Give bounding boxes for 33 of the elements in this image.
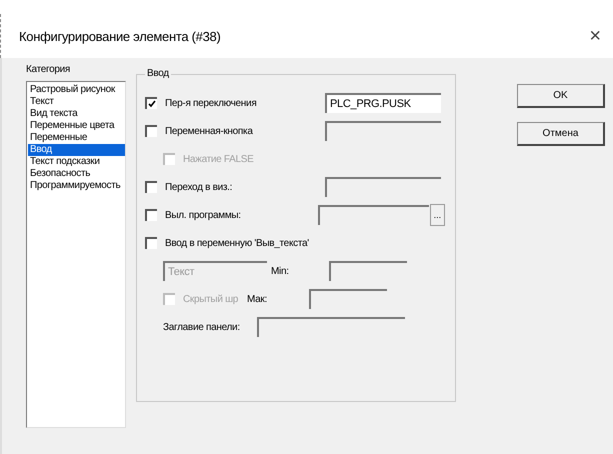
panel-title-label: Заглавие панели:: [163, 322, 241, 332]
option-label: Ввод в переменную 'Выв_текста': [165, 238, 309, 248]
dialog-button[interactable]: OK: [517, 84, 605, 108]
category-item[interactable]: Ввод: [28, 144, 125, 156]
category-item[interactable]: Программируемость: [28, 180, 125, 192]
option-label: Переход в виз.:: [165, 182, 234, 192]
checkbox[interactable]: [145, 97, 157, 109]
close-button[interactable]: ×: [585, 24, 605, 48]
option-label: Переменная-кнопка: [165, 126, 254, 136]
category-item[interactable]: Текст: [28, 96, 125, 108]
hidden-label: Скрытый шр: [183, 294, 240, 304]
input-field[interactable]: PLC_PRG.PUSK: [325, 93, 441, 113]
checkbox[interactable]: [145, 181, 157, 193]
category-item[interactable]: Безопасность: [28, 168, 125, 180]
max-label: Мак:: [247, 294, 268, 304]
window-title: Конфигурирование элемента (#38): [19, 28, 220, 44]
option-label: Выл. программы:: [165, 210, 242, 220]
checkbox[interactable]: [145, 209, 157, 221]
checkbox[interactable]: [145, 237, 157, 249]
browse-button[interactable]: ...: [430, 204, 445, 226]
option-label: Нажатие FALSE: [183, 154, 255, 164]
group-title: Ввод: [145, 68, 171, 79]
option-label: Пер-я переключения: [165, 98, 258, 108]
category-label: Категория: [26, 64, 72, 75]
checkbox[interactable]: [145, 125, 157, 137]
input-field[interactable]: [318, 205, 429, 225]
category-item[interactable]: Растровый рисунок: [28, 84, 125, 96]
min-label: Min:: [271, 266, 290, 276]
category-item[interactable]: Текст подсказки: [28, 156, 125, 168]
category-item[interactable]: Вид текста: [28, 108, 125, 120]
category-item[interactable]: Переменные цвета: [28, 120, 125, 132]
dialog-button[interactable]: Отмена: [517, 122, 605, 146]
category-item[interactable]: Переменные: [28, 132, 125, 144]
